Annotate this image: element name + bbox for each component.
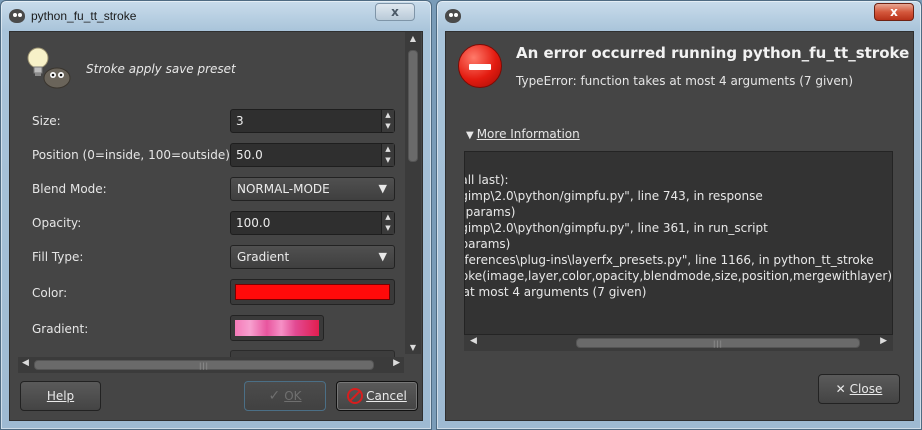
traceback-line: es at most 4 arguments (7 given) — [464, 285, 647, 299]
position-label: Position (0=inside, 100=outside): — [32, 148, 234, 162]
position-value: 50.0 — [236, 148, 263, 162]
traceback-line: ib\gimp\2.0\python/gimpfu.py", line 743,… — [464, 189, 763, 203]
ok-button-label: OK — [284, 389, 302, 403]
error-titlebar[interactable]: x — [437, 1, 921, 31]
error-stop-icon — [458, 44, 502, 88]
error-window-close-button[interactable]: x — [874, 3, 914, 21]
fill-type-label: Fill Type: — [32, 250, 84, 264]
gradient-button[interactable] — [230, 315, 324, 341]
error-message: TypeError: function takes at most 4 argu… — [516, 74, 854, 88]
size-spin-arrows[interactable]: ▲ ▼ — [381, 110, 394, 132]
dialog-client-area: Stroke apply save preset Size: 3 ▲ ▼ Posi… — [9, 31, 423, 421]
stroke-dialog-window: python_fu_tt_stroke x Stroke apply save … — [0, 0, 432, 430]
dialog-title: python_fu_tt_stroke — [31, 9, 137, 23]
cancel-button-label: Cancel — [366, 389, 407, 403]
traceback-line: ib\gimp\2.0\python/gimpfu.py", line 361,… — [464, 221, 768, 235]
traceback-line: Preferences\plug-ins\layerfx_presets.py"… — [464, 253, 874, 267]
size-spinbutton[interactable]: 3 ▲ ▼ — [230, 109, 395, 133]
dialog-titlebar[interactable]: python_fu_tt_stroke x — [1, 1, 431, 31]
help-button[interactable]: Help — [20, 381, 101, 411]
traceback-line: n, params) — [464, 237, 511, 251]
dropdown-arrow-icon: ▼ — [378, 250, 387, 263]
dialog-close-button[interactable]: x — [375, 3, 415, 21]
vertical-scroll-thumb[interactable] — [408, 50, 418, 162]
opacity-spinbutton[interactable]: 100.0 ▲ ▼ — [230, 211, 395, 235]
opacity-label: Opacity: — [32, 216, 82, 230]
scroll-right-icon[interactable]: ▶ — [393, 358, 400, 368]
traceback-textview[interactable]: t call last): ib\gimp\2.0\python/gimpfu.… — [464, 151, 893, 335]
gimp-app-icon — [445, 9, 461, 23]
more-information-expander[interactable]: ▼ More Information — [466, 127, 580, 141]
spin-down-icon[interactable]: ▼ — [382, 223, 394, 234]
dropdown-arrow-icon: ▼ — [378, 182, 387, 195]
blend-mode-value: NORMAL-MODE — [237, 182, 330, 196]
more-information-label: More Information — [476, 127, 580, 141]
scroll-left-icon[interactable]: ◀ — [470, 336, 477, 346]
color-swatch — [235, 284, 390, 300]
horizontal-scroll-thumb[interactable]: ||| — [34, 360, 374, 370]
position-spinbutton[interactable]: 50.0 ▲ ▼ — [230, 143, 395, 167]
opacity-value: 100.0 — [236, 216, 271, 230]
gradient-preview — [235, 320, 319, 336]
spin-down-icon[interactable]: ▼ — [382, 121, 394, 132]
traceback-line: ipt(params) — [465, 205, 516, 219]
scroll-down-icon[interactable]: ▼ — [405, 343, 421, 352]
expander-triangle-icon: ▼ — [466, 130, 474, 141]
spin-down-icon[interactable]: ▼ — [382, 155, 394, 166]
size-label: Size: — [32, 114, 61, 128]
blend-mode-label: Blend Mode: — [32, 182, 107, 196]
traceback-line: stroke(image,layer,color,opacity,blendmo… — [464, 269, 892, 283]
dialog-header-text: Stroke apply save preset — [86, 62, 236, 76]
color-button[interactable] — [230, 279, 395, 305]
close-x-icon: ✕ — [835, 382, 846, 396]
gimp-app-icon — [9, 9, 25, 23]
scroll-left-icon[interactable]: ◀ — [22, 358, 29, 368]
position-spin-arrows[interactable]: ▲ ▼ — [381, 144, 394, 166]
spin-up-icon[interactable]: ▲ — [382, 144, 394, 155]
lightbulb-gimp-icon — [27, 47, 71, 89]
blend-mode-combo[interactable]: NORMAL-MODE ▼ — [230, 177, 395, 201]
cancel-icon — [347, 388, 364, 404]
close-button[interactable]: ✕ Close — [818, 374, 900, 404]
error-title: An error occurred running python_fu_tt_s… — [516, 44, 910, 62]
checkmark-icon: ✓ — [268, 388, 281, 404]
cancel-button[interactable]: Cancel — [336, 381, 418, 411]
help-button-label: Help — [46, 389, 75, 403]
traceback-line: t call last): — [465, 173, 509, 187]
scroll-right-icon[interactable]: ▶ — [880, 336, 887, 346]
dialog-horizontal-scrollbar[interactable]: ◀ ||| ▶ — [18, 357, 404, 373]
traceback-horizontal-scrollbar[interactable]: ◀ ||| ▶ — [464, 335, 893, 351]
scroll-grip-icon: ||| — [198, 362, 210, 370]
fill-type-value: Gradient — [237, 250, 290, 264]
color-label: Color: — [32, 286, 68, 300]
spin-up-icon[interactable]: ▲ — [382, 212, 394, 223]
spin-up-icon[interactable]: ▲ — [382, 110, 394, 121]
close-button-label: Close — [849, 382, 883, 396]
dialog-vertical-scrollbar[interactable]: ▲ ▼ — [405, 32, 421, 354]
opacity-spin-arrows[interactable]: ▲ ▼ — [381, 212, 394, 234]
error-dialog-window: x An error occurred running python_fu_tt… — [436, 0, 922, 430]
gradient-label: Gradient: — [32, 322, 89, 336]
scroll-up-icon[interactable]: ▲ — [405, 34, 421, 43]
traceback-scroll-thumb[interactable]: ||| — [576, 338, 860, 348]
size-value: 3 — [236, 114, 244, 128]
ok-button[interactable]: ✓ OK — [244, 381, 326, 411]
traceback-text: t call last): ib\gimp\2.0\python/gimpfu.… — [464, 156, 892, 300]
error-client-area: An error occurred running python_fu_tt_s… — [445, 31, 914, 421]
fill-type-combo[interactable]: Gradient ▼ — [230, 245, 395, 269]
scroll-grip-icon: ||| — [712, 340, 724, 348]
